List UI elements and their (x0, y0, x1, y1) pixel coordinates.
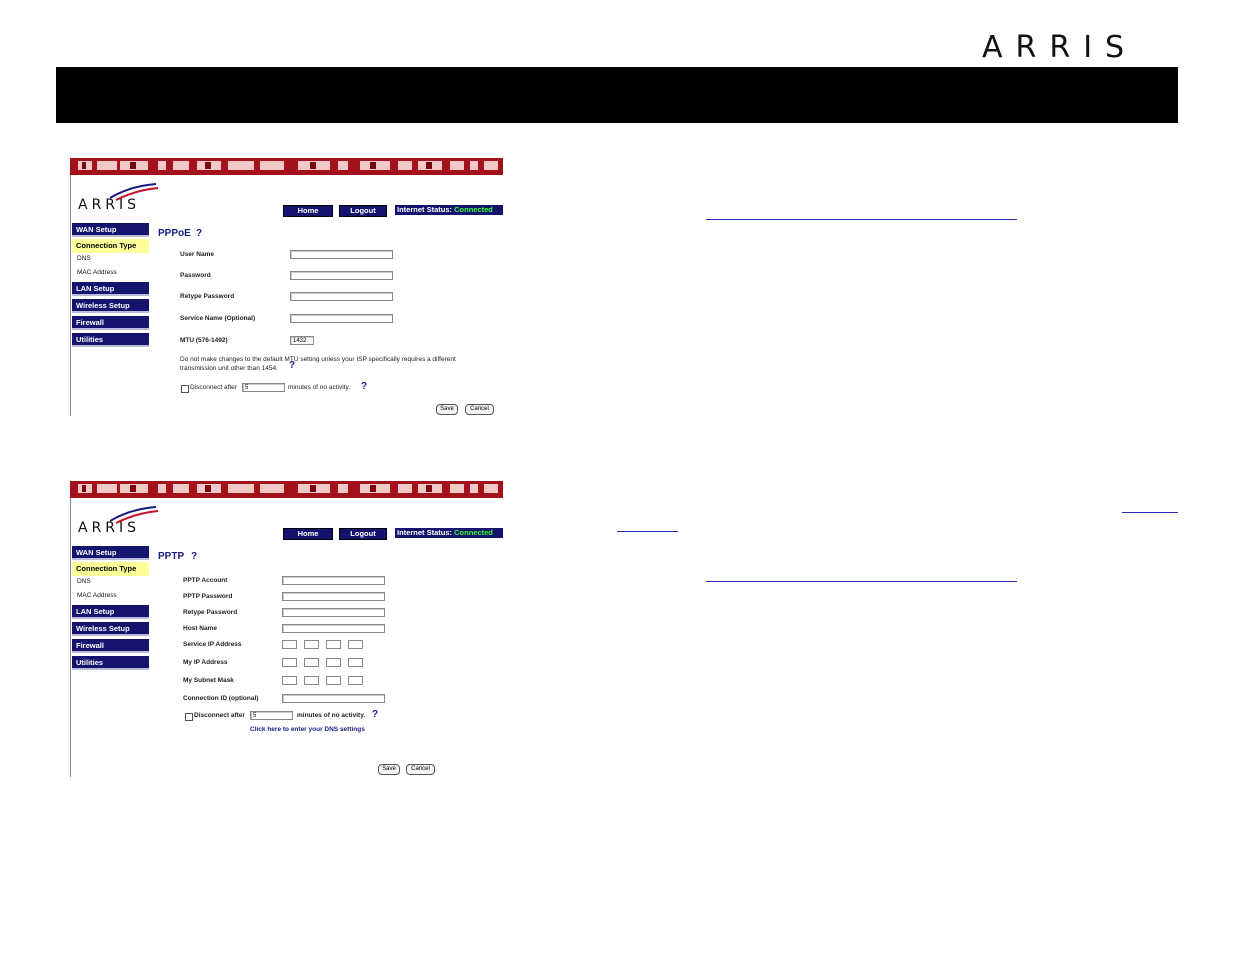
cancel-button[interactable]: Cancel (465, 404, 494, 415)
subnet-mask-octet-4[interactable] (348, 676, 363, 685)
help-icon[interactable]: ? (191, 551, 197, 562)
disconnect-suffix: minutes of no activity. (288, 384, 351, 391)
sidebar-item-mac-address[interactable]: MAC Address (77, 592, 117, 599)
host-name-input[interactable] (282, 624, 385, 633)
user-name-input[interactable] (290, 250, 393, 259)
status-value: Connected (454, 528, 493, 537)
mtu-note-line2: transmission unit other than 1454. (180, 365, 278, 372)
status-value: Connected (454, 205, 493, 214)
retype-password-label: Retype Password (180, 293, 235, 300)
password-input[interactable] (290, 271, 393, 280)
decorative-stripe (70, 481, 503, 498)
subnet-mask-label: My Subnet Mask (183, 677, 234, 684)
retype-password-input[interactable] (290, 292, 393, 301)
link-underline[interactable] (706, 219, 1017, 220)
sidebar-item-dns[interactable]: DNS (77, 255, 91, 262)
pptp-account-label: PPTP Account (183, 577, 228, 584)
user-name-label: User Name (180, 251, 214, 258)
sidebar-item-wan-setup[interactable]: WAN Setup (72, 546, 149, 560)
pptp-password-input[interactable] (282, 592, 385, 601)
internet-status: Internet Status: Connected (395, 528, 503, 538)
sidebar-item-utilities[interactable]: Utilities (72, 656, 149, 670)
link-underline[interactable] (1122, 512, 1178, 513)
sidebar-item-mac-address[interactable]: MAC Address (77, 269, 117, 276)
my-ip-octet-3[interactable] (326, 658, 341, 667)
my-ip-octet-4[interactable] (348, 658, 363, 667)
sidebar-item-wireless-setup[interactable]: Wireless Setup (72, 299, 149, 313)
retype-password-input[interactable] (282, 608, 385, 617)
arris-logo: ARRIS (982, 30, 1138, 65)
disconnect-label: Disconnect after (194, 712, 245, 719)
cancel-button[interactable]: Cancel (406, 764, 435, 775)
link-underline[interactable] (706, 581, 1017, 582)
pptp-account-input[interactable] (282, 576, 385, 585)
mini-arris-logo: ARRIS (78, 197, 141, 213)
internet-status: Internet Status: Connected (395, 205, 503, 215)
pptp-screenshot: ARRIS Home Logout Internet Status: Conne… (70, 481, 503, 777)
connection-id-label: Connection ID (optional) (183, 695, 259, 702)
sidebar-item-utilities[interactable]: Utilities (72, 333, 149, 347)
host-name-label: Host Name (183, 625, 217, 632)
logout-button[interactable]: Logout (339, 528, 387, 540)
mtu-label: MTU (576-1492) (180, 337, 228, 344)
home-button[interactable]: Home (283, 528, 333, 540)
mtu-input[interactable]: 1432 (290, 336, 314, 345)
mtu-note-line1: Do not make changes to the default MTU s… (180, 356, 456, 363)
save-button[interactable]: Save (436, 404, 458, 415)
page-title: PPPoE (158, 228, 191, 239)
mtu-help-icon[interactable]: ? (289, 360, 295, 371)
dns-settings-link[interactable]: Click here to enter your DNS settings (250, 726, 365, 733)
disconnect-help-icon[interactable]: ? (361, 381, 367, 392)
status-label: Internet Status: (397, 205, 453, 214)
mini-arris-logo: ARRIS (78, 520, 141, 536)
disconnect-label: Disconnect after (190, 384, 237, 391)
subnet-mask-octet-3[interactable] (326, 676, 341, 685)
password-label: Password (180, 272, 211, 279)
my-ip-octet-1[interactable] (282, 658, 297, 667)
sidebar-item-lan-setup[interactable]: LAN Setup (72, 282, 149, 296)
sidebar-item-lan-setup[interactable]: LAN Setup (72, 605, 149, 619)
pppoe-screenshot: ARRIS Home Logout Internet Status: Conne… (70, 158, 503, 416)
service-name-input[interactable] (290, 314, 393, 323)
sidebar-item-connection-type[interactable]: Connection Type (72, 562, 149, 576)
decorative-stripe (70, 158, 503, 175)
sidebar-item-firewall[interactable]: Firewall (72, 639, 149, 653)
header-bar (56, 67, 1178, 123)
sidebar-item-connection-type[interactable]: Connection Type (72, 239, 149, 253)
disconnect-checkbox[interactable] (185, 713, 193, 721)
sidebar-item-dns[interactable]: DNS (77, 578, 91, 585)
page-title: PPTP (158, 551, 185, 562)
save-button[interactable]: Save (378, 764, 400, 775)
disconnect-minutes-input[interactable]: 5 (250, 711, 293, 720)
link-underline[interactable] (617, 531, 678, 532)
sidebar-item-firewall[interactable]: Firewall (72, 316, 149, 330)
service-name-label: Service Name (Optional) (180, 315, 256, 322)
service-ip-octet-4[interactable] (348, 640, 363, 649)
sidebar-item-wireless-setup[interactable]: Wireless Setup (72, 622, 149, 636)
subnet-mask-octet-1[interactable] (282, 676, 297, 685)
subnet-mask-octet-2[interactable] (304, 676, 319, 685)
service-ip-label: Service IP Address (183, 641, 242, 648)
disconnect-suffix: minutes of no activity. (297, 712, 366, 719)
connection-id-input[interactable] (282, 694, 385, 703)
service-ip-octet-2[interactable] (304, 640, 319, 649)
pptp-password-label: PPTP Password (183, 593, 233, 600)
service-ip-octet-3[interactable] (326, 640, 341, 649)
retype-password-label: Retype Password (183, 609, 238, 616)
help-icon[interactable]: ? (196, 228, 202, 239)
disconnect-minutes-input[interactable]: 5 (242, 383, 285, 392)
disconnect-help-icon[interactable]: ? (372, 709, 378, 720)
service-ip-octet-1[interactable] (282, 640, 297, 649)
disconnect-checkbox[interactable] (181, 385, 189, 393)
my-ip-label: My IP Address (183, 659, 228, 666)
my-ip-octet-2[interactable] (304, 658, 319, 667)
sidebar-item-wan-setup[interactable]: WAN Setup (72, 223, 149, 237)
logout-button[interactable]: Logout (339, 205, 387, 217)
status-label: Internet Status: (397, 528, 453, 537)
home-button[interactable]: Home (283, 205, 333, 217)
